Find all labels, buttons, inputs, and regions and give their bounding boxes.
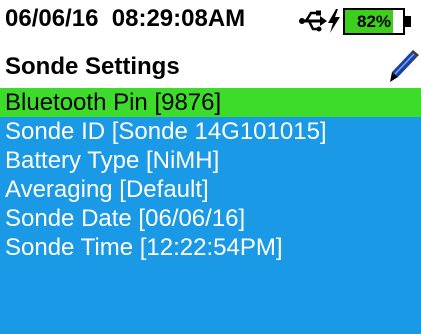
menu-item-battery-type[interactable]: Battery Type [NiMH] (0, 146, 421, 175)
lightning-bolt-icon (328, 9, 340, 33)
menu-item-bluetooth-pin[interactable]: Bluetooth Pin [9876] (0, 88, 421, 117)
settings-menu: Bluetooth Pin [9876] Sonde ID [Sonde 14G… (0, 88, 421, 262)
menu-item-sonde-time[interactable]: Sonde Time [12:22:54PM] (0, 233, 421, 262)
battery-indicator: 82% (343, 8, 413, 35)
menu-item-averaging[interactable]: Averaging [Default] (0, 175, 421, 204)
battery-tip (405, 16, 411, 27)
menu-item-sonde-date[interactable]: Sonde Date [06/06/16] (0, 204, 421, 233)
status-bar: 06/06/16 08:29:08AM 82% (0, 0, 421, 46)
page-title: Sonde Settings (5, 53, 180, 80)
usb-icon (299, 10, 327, 32)
battery-percent: 82% (356, 12, 392, 31)
status-datetime: 06/06/16 08:29:08AM (5, 5, 245, 33)
battery-body: 82% (343, 8, 405, 35)
device-screen: 06/06/16 08:29:08AM 82% Sonde Settings B… (0, 0, 421, 334)
status-date: 06/06/16 (5, 5, 99, 32)
status-time: 08:29:08AM (111, 5, 246, 32)
datetime-spacer (98, 5, 111, 32)
menu-item-sonde-id[interactable]: Sonde ID [Sonde 14G101015] (0, 117, 421, 146)
pen-icon[interactable] (389, 50, 419, 84)
title-bar: Sonde Settings (0, 46, 421, 88)
